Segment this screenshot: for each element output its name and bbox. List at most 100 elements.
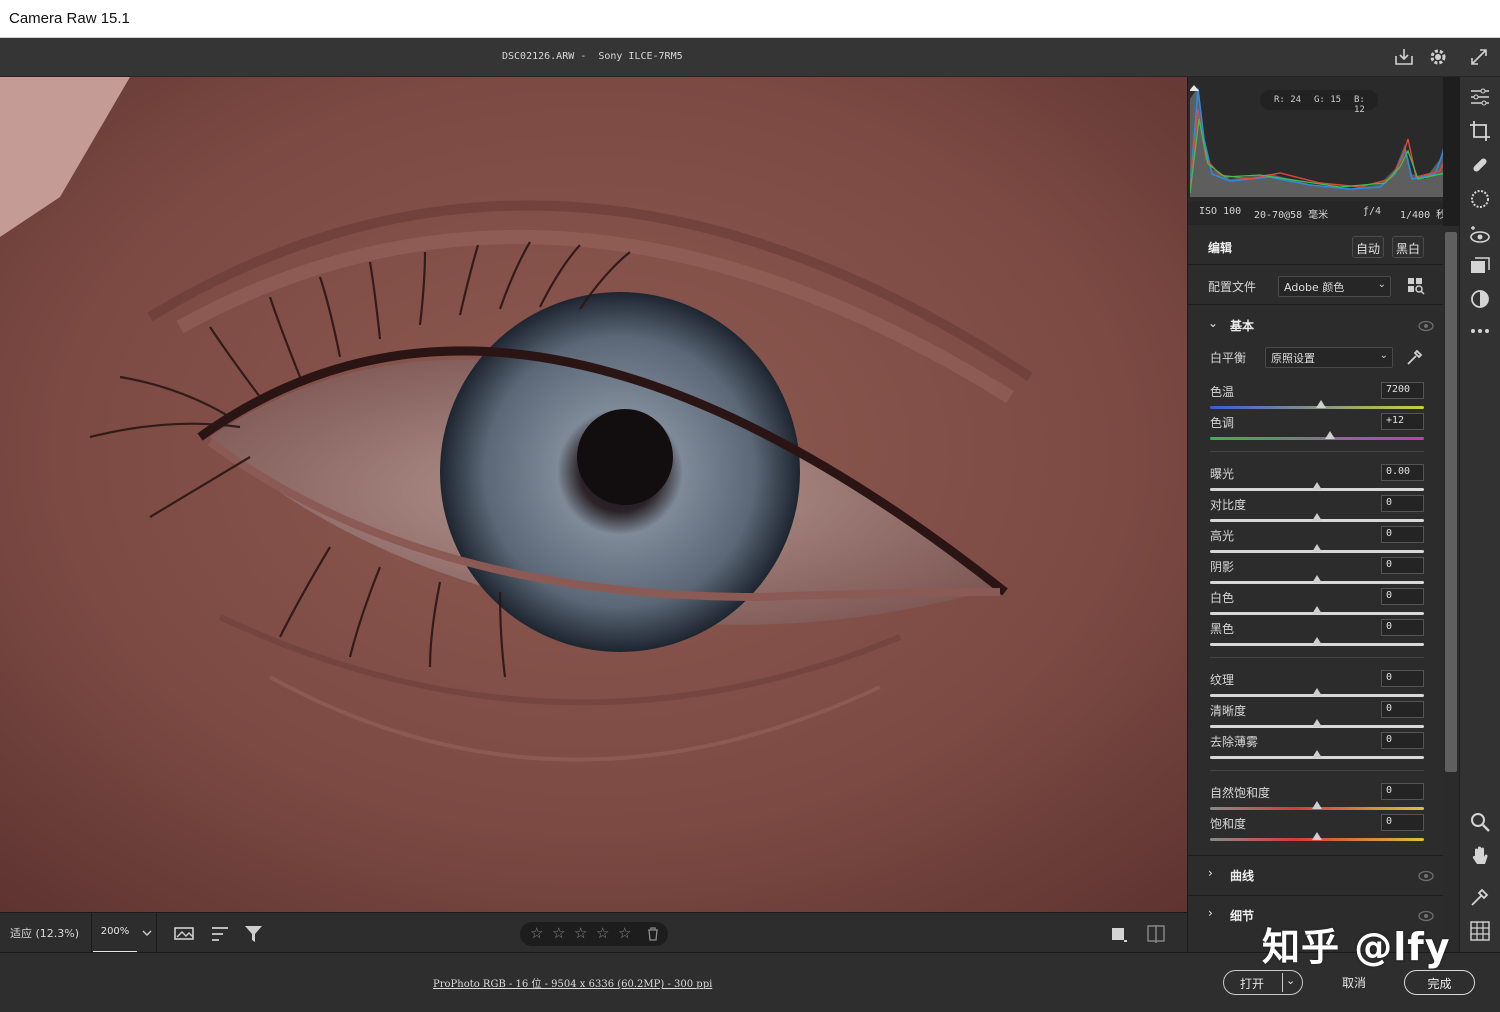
slider-thumb[interactable] (1312, 637, 1322, 645)
star-1[interactable]: ☆ (530, 924, 543, 942)
color-sampler-icon[interactable] (1468, 885, 1492, 909)
profile-browser-icon[interactable] (1407, 277, 1425, 295)
black-white-button[interactable]: 黑白 (1392, 236, 1425, 258)
slider-thumb[interactable] (1312, 688, 1322, 696)
slider-thumb[interactable] (1312, 513, 1322, 521)
sort-icon[interactable] (209, 923, 233, 945)
slider-row: 纹理 0 (1188, 669, 1443, 700)
slider-thumb[interactable] (1312, 801, 1322, 809)
profile-select[interactable]: Adobe 颜色 ⌄ (1278, 276, 1391, 297)
slider-thumb[interactable] (1312, 544, 1322, 552)
mask-icon[interactable] (1468, 187, 1492, 211)
slider-value-input[interactable]: 0 (1381, 526, 1424, 543)
slider-track[interactable] (1210, 437, 1424, 440)
slider-value-input[interactable]: 7200 (1381, 382, 1424, 399)
star-3[interactable]: ☆ (574, 924, 587, 942)
slider-value-input[interactable]: 0 (1381, 814, 1424, 831)
edit-panel: R: 24 G: 15 B: 12 ISO 100 20-70@58 毫米 ƒ/… (1187, 77, 1443, 952)
healing-icon[interactable] (1468, 153, 1492, 177)
red-eye-icon[interactable] (1468, 223, 1492, 247)
eyedropper-icon[interactable] (1405, 347, 1425, 367)
zoom-dropdown[interactable] (137, 913, 157, 953)
crop-icon[interactable] (1468, 119, 1492, 143)
basic-section-header[interactable]: ⌄ 基本 (1188, 309, 1443, 341)
filter-icon[interactable] (242, 923, 266, 945)
cancel-button[interactable]: 取消 (1325, 974, 1383, 991)
slider-label: 去除薄雾 (1210, 735, 1259, 749)
snapshots-icon[interactable] (1468, 255, 1492, 279)
star-rating[interactable]: ☆ ☆ ☆ ☆ ☆ (520, 922, 668, 946)
gear-icon[interactable] (1427, 46, 1449, 68)
workflow-options-link[interactable]: ProPhoto RGB - 16 位 - 9504 x 6336 (60.2M… (433, 975, 712, 990)
slider-label: 清晰度 (1210, 704, 1247, 718)
slider-thumb[interactable] (1312, 832, 1322, 840)
star-4[interactable]: ☆ (596, 924, 609, 942)
fullscreen-icon[interactable] (1468, 46, 1490, 68)
slider-label: 对比度 (1210, 498, 1247, 512)
slider-value-input[interactable]: 0 (1381, 670, 1424, 687)
zoom-icon[interactable] (1468, 810, 1492, 834)
slider-value-input[interactable]: 0 (1381, 495, 1424, 512)
slider-value-input[interactable]: 0 (1381, 732, 1424, 749)
slider-thumb[interactable] (1312, 575, 1322, 583)
chevron-down-icon: ⌄ (1208, 316, 1219, 330)
exif-iso: ISO 100 (1199, 206, 1242, 217)
compare-view-icon[interactable] (1145, 923, 1169, 945)
trash-icon[interactable] (646, 927, 660, 941)
curve-section-header[interactable]: › 曲线 (1188, 855, 1443, 893)
exif-lens: 20-70@58 毫米 (1254, 210, 1329, 221)
auto-button[interactable]: 自动 (1352, 236, 1385, 258)
zoom-fit-button[interactable]: 适应 (12.3%) (0, 913, 92, 953)
single-view-icon[interactable] (1107, 923, 1131, 945)
image-canvas[interactable] (0, 77, 1187, 912)
slider-value-input[interactable]: 0 (1381, 783, 1424, 800)
histogram[interactable]: R: 24 G: 15 B: 12 (1188, 77, 1443, 201)
star-5[interactable]: ☆ (618, 924, 631, 942)
star-2[interactable]: ☆ (552, 924, 565, 942)
slider-label: 色调 (1210, 416, 1235, 430)
chevron-down-icon[interactable]: ⌄ (1286, 974, 1295, 987)
exif-shutter: 1/400 秒 (1400, 210, 1443, 221)
slider-row: 色温 7200 (1188, 381, 1443, 412)
file-info: DSC02126.ARW - Sony ILCE-7RM5 (502, 51, 683, 62)
green-value: G: 15 (1314, 95, 1342, 105)
slider-value-input[interactable]: 0 (1381, 588, 1424, 605)
zoom-level-button[interactable]: 200% (93, 913, 137, 953)
slider-row: 白色 0 (1188, 587, 1443, 618)
slider-row: 清晰度 0 (1188, 700, 1443, 731)
slider-value-input[interactable]: 0.00 (1381, 464, 1424, 481)
slider-thumb[interactable] (1316, 400, 1327, 408)
slider-value-input[interactable]: 0 (1381, 619, 1424, 636)
edit-sliders-icon[interactable] (1468, 85, 1492, 109)
done-button[interactable]: 完成 (1404, 970, 1475, 995)
more-icon[interactable] (1468, 319, 1492, 343)
open-button[interactable]: 打开 ⌄ (1223, 970, 1303, 995)
slider-thumb[interactable] (1312, 750, 1322, 758)
hand-icon[interactable] (1468, 844, 1492, 868)
section-divider (1210, 657, 1424, 658)
exif-aperture: ƒ/4 (1363, 206, 1382, 217)
slider-value-input[interactable]: +12 (1381, 413, 1424, 430)
presets-icon[interactable] (1468, 287, 1492, 311)
slider-label: 色温 (1210, 385, 1235, 399)
red-value: R: 24 (1274, 95, 1302, 105)
save-icon[interactable] (1393, 46, 1415, 68)
slider-value-input[interactable]: 0 (1381, 701, 1424, 718)
eye-icon[interactable] (1418, 320, 1434, 332)
slider-row: 黑色 0 (1188, 618, 1443, 649)
wb-select[interactable]: 原照设置 ⌄ (1265, 347, 1393, 368)
tool-strip (1459, 77, 1500, 952)
filmstrip-icon[interactable] (173, 923, 197, 945)
slider-thumb[interactable] (1312, 606, 1322, 614)
slider-thumb[interactable] (1324, 431, 1335, 439)
grid-icon[interactable] (1468, 919, 1492, 943)
slider-row: 饱和度 0 (1188, 813, 1443, 844)
panel-scroll-thumb[interactable] (1445, 232, 1457, 772)
slider-thumb[interactable] (1312, 482, 1322, 490)
slider-thumb[interactable] (1312, 719, 1322, 727)
eye-icon[interactable] (1418, 870, 1434, 882)
slider-value-input[interactable]: 0 (1381, 557, 1424, 574)
edit-title: 编辑 (1208, 241, 1233, 255)
slider-label: 高光 (1210, 529, 1235, 543)
slider-row: 曝光 0.00 (1188, 463, 1443, 494)
